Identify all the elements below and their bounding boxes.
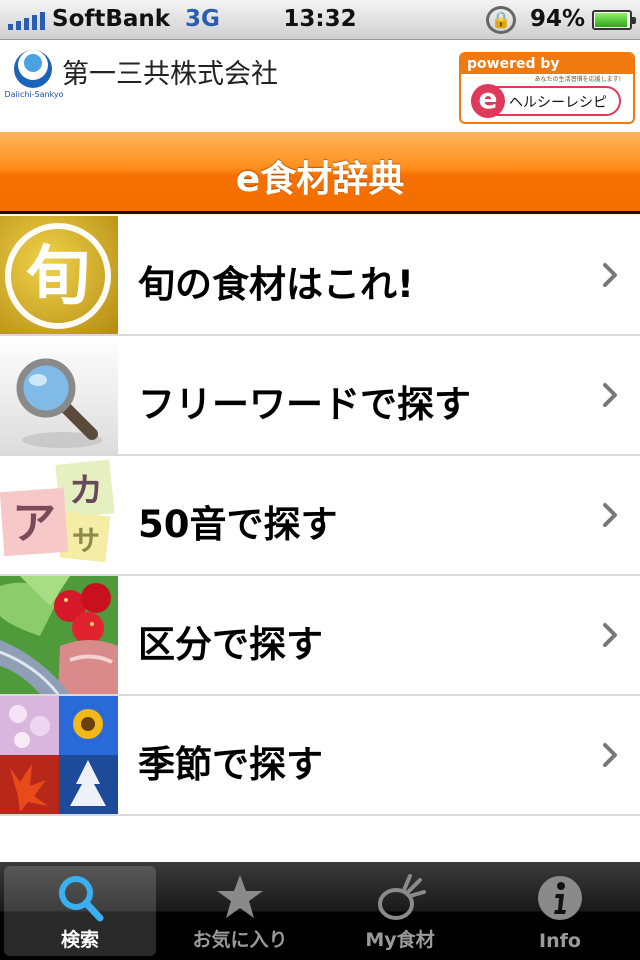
menu-item-label: 旬の食材はこれ! bbox=[138, 263, 414, 306]
menu-item-seasonal[interactable]: 旬 旬の食材はこれ! bbox=[0, 216, 640, 336]
company-logo-icon bbox=[14, 50, 52, 88]
menu-item-kana[interactable]: カ サ ア 50音で探す bbox=[0, 456, 640, 576]
brand-e-icon: e bbox=[471, 84, 505, 118]
search-icon bbox=[59, 876, 104, 922]
signal-strength-icon bbox=[8, 10, 45, 30]
status-bar: SoftBank 3G 13:32 🔒 94% bbox=[0, 0, 640, 40]
food-category-icon bbox=[0, 576, 118, 694]
vegetable-icon bbox=[378, 874, 426, 920]
chevron-right-icon bbox=[603, 623, 617, 647]
powered-by-banner[interactable]: powered by あなたの生活習慣を応援します! e ヘルシーレシピ bbox=[459, 52, 635, 124]
tab-search[interactable]: 検索 bbox=[4, 866, 156, 956]
menu-item-label: 季節で探す bbox=[138, 743, 323, 786]
tab-label: お気に入り bbox=[192, 929, 288, 951]
powered-by-label: powered by bbox=[461, 54, 633, 74]
carrier-name: SoftBank bbox=[52, 6, 171, 32]
kana-sa: サ bbox=[72, 524, 100, 557]
chevron-right-icon bbox=[603, 383, 617, 407]
chevron-right-icon bbox=[603, 503, 617, 527]
chevron-right-icon bbox=[603, 263, 617, 287]
tab-favorites[interactable]: お気に入り bbox=[164, 866, 316, 956]
kana-ka: カ bbox=[69, 471, 103, 511]
battery-icon bbox=[592, 10, 636, 30]
tab-label: My食材 bbox=[365, 929, 435, 951]
menu-item-season[interactable]: 季節で探す bbox=[0, 696, 640, 816]
shun-glyph: 旬 bbox=[26, 240, 90, 314]
shun-seasonal-icon: 旬 bbox=[0, 216, 118, 334]
company-logo-text: Daiichi-Sankyo bbox=[4, 90, 64, 99]
menu-item-label: 区分で探す bbox=[138, 623, 323, 666]
page-title: e食材辞典 bbox=[235, 159, 405, 200]
menu-item-category[interactable]: 区分で探す bbox=[0, 576, 640, 696]
seasons-icon bbox=[0, 696, 118, 814]
company-name: 第一三共株式会社 bbox=[62, 59, 278, 90]
tab-label: 検索 bbox=[60, 929, 99, 951]
navigation-bar: e食材辞典 bbox=[0, 132, 640, 214]
battery-percent: 94% bbox=[530, 6, 586, 32]
rotation-lock-icon: 🔒 bbox=[486, 6, 516, 34]
menu-item-free-word[interactable]: フリーワードで探す bbox=[0, 336, 640, 456]
battery-fill bbox=[595, 13, 627, 27]
kana-cards-icon: カ サ ア bbox=[0, 456, 118, 574]
star-icon bbox=[217, 875, 263, 918]
company-header: Daiichi-Sankyo 第一三共株式会社 powered by あなたの生… bbox=[0, 40, 640, 132]
tab-bar: 検索 お気に入り My食材 Info bbox=[0, 862, 640, 960]
tab-info[interactable]: Info bbox=[484, 866, 636, 956]
menu-item-label: フリーワードで探す bbox=[138, 383, 471, 426]
tab-label: Info bbox=[539, 930, 581, 952]
menu-item-label: 50音で探す bbox=[138, 503, 338, 546]
brand-name: ヘルシーレシピ bbox=[509, 95, 607, 111]
magnifier-icon bbox=[0, 336, 118, 454]
info-icon bbox=[538, 876, 582, 920]
tab-my-foods[interactable]: My食材 bbox=[324, 866, 476, 956]
healthy-recipe-logo: e ヘルシーレシピ bbox=[471, 84, 621, 118]
chevron-right-icon bbox=[603, 743, 617, 767]
network-type: 3G bbox=[185, 6, 220, 32]
menu-list: 旬 旬の食材はこれ! フリーワードで探す カ サ ア 50音で探す 区分で探す … bbox=[0, 216, 640, 816]
kana-a: ア bbox=[12, 498, 56, 549]
